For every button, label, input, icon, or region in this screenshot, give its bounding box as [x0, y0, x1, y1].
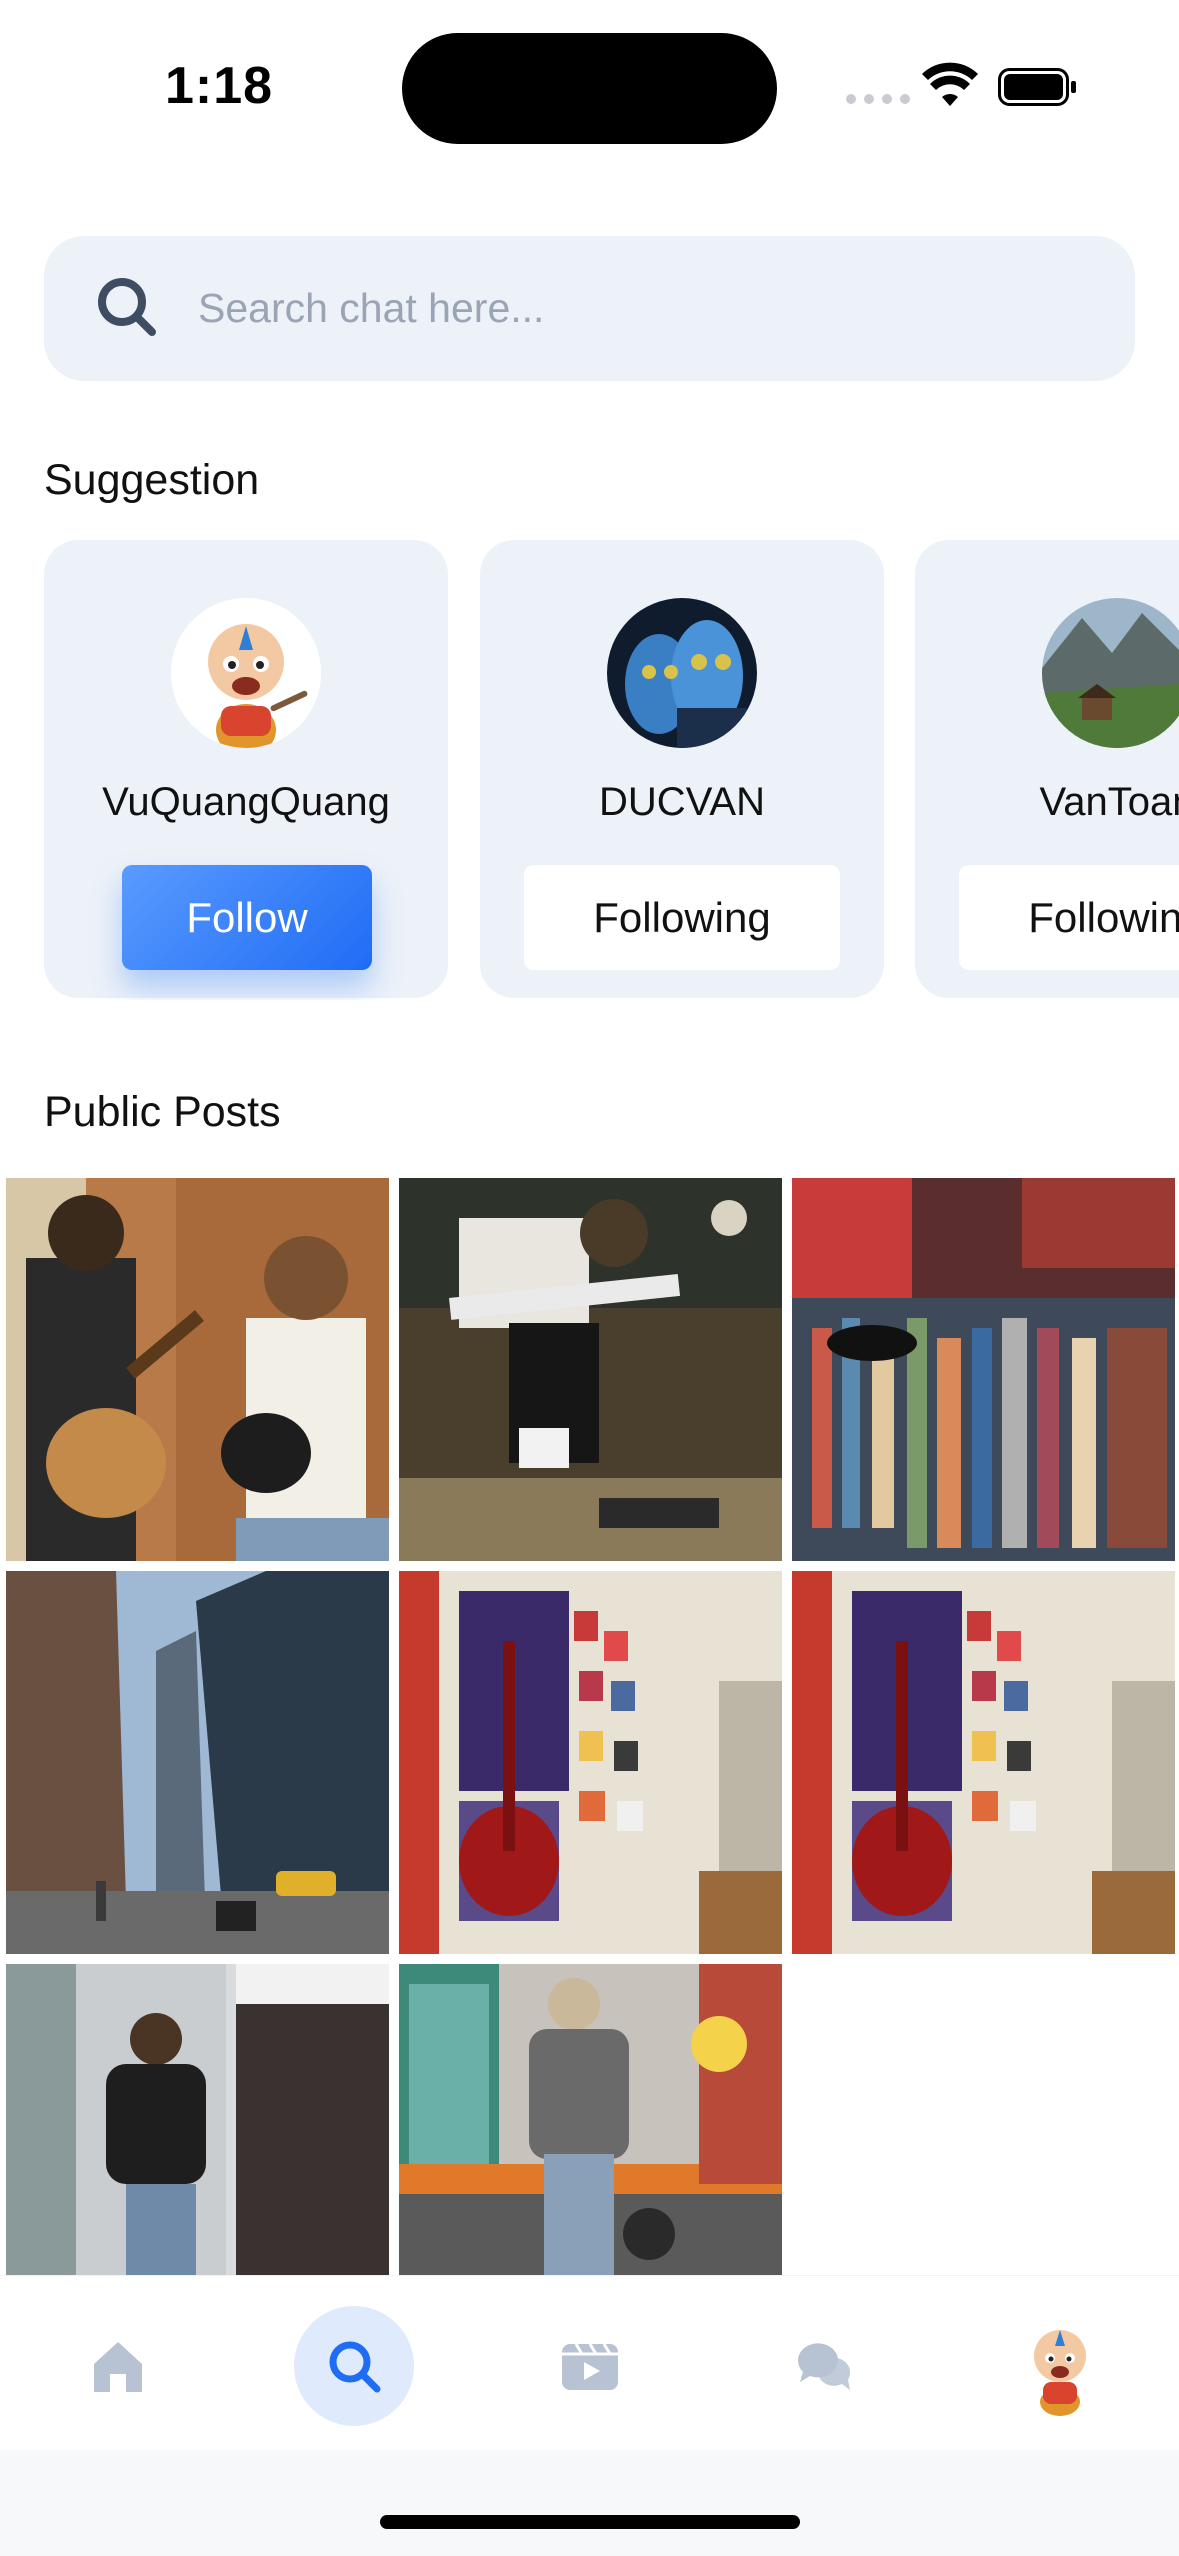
home-indicator-area: [0, 2450, 1179, 2556]
suggestion-name: DUCVAN: [599, 780, 765, 824]
post-thumbnail[interactable]: [6, 1178, 389, 1561]
post-thumbnail[interactable]: [399, 1964, 782, 2278]
post-thumbnail[interactable]: [399, 1178, 782, 1561]
bottom-tab-bar: [0, 2275, 1179, 2450]
avatar[interactable]: [171, 598, 321, 748]
search-icon: [329, 2341, 381, 2393]
avatar[interactable]: [1042, 598, 1179, 748]
home-icon: [94, 2342, 142, 2392]
suggestion-heading: Suggestion: [44, 456, 260, 504]
tab-profile[interactable]: [1000, 2306, 1120, 2426]
following-button[interactable]: Following: [524, 865, 840, 970]
post-thumbnail[interactable]: [6, 1571, 389, 1954]
follow-button[interactable]: Follow: [122, 865, 372, 970]
suggestion-card: VuQuangQuang Follow: [44, 540, 448, 998]
wifi-icon: [922, 62, 978, 106]
tab-chats[interactable]: [764, 2306, 884, 2426]
suggestion-name: VuQuangQuang: [102, 780, 390, 824]
public-posts-heading: Public Posts: [44, 1088, 281, 1136]
suggestion-card: VanToan Following: [915, 540, 1179, 998]
search-bar[interactable]: [44, 236, 1135, 381]
avatar[interactable]: [607, 598, 757, 748]
status-time: 1:18: [165, 57, 274, 115]
suggestion-card: DUCVAN Following: [480, 540, 884, 998]
search-input[interactable]: [198, 236, 1098, 381]
suggestion-carousel[interactable]: VuQuangQuang Follow DUCVAN Following Van…: [0, 540, 1179, 1000]
post-thumbnail[interactable]: [792, 1571, 1175, 1954]
post-thumbnail[interactable]: [399, 1571, 782, 1954]
post-thumbnail[interactable]: [6, 1964, 389, 2278]
tab-videos[interactable]: [530, 2306, 650, 2426]
avatar: [1034, 2330, 1086, 2416]
dynamic-island: [402, 33, 777, 144]
video-icon: [562, 2343, 618, 2390]
chat-icon: [798, 2343, 851, 2390]
posts-grid: [0, 1178, 1179, 2278]
tab-search[interactable]: [294, 2306, 414, 2426]
cellular-signal-icon: [846, 94, 910, 104]
tab-home[interactable]: [58, 2306, 178, 2426]
search-icon: [98, 278, 156, 336]
home-indicator[interactable]: [380, 2515, 800, 2529]
suggestion-name: VanToan: [1039, 780, 1179, 824]
post-thumbnail[interactable]: [792, 1178, 1175, 1561]
battery-icon: [998, 68, 1076, 106]
following-button[interactable]: Following: [959, 865, 1179, 970]
